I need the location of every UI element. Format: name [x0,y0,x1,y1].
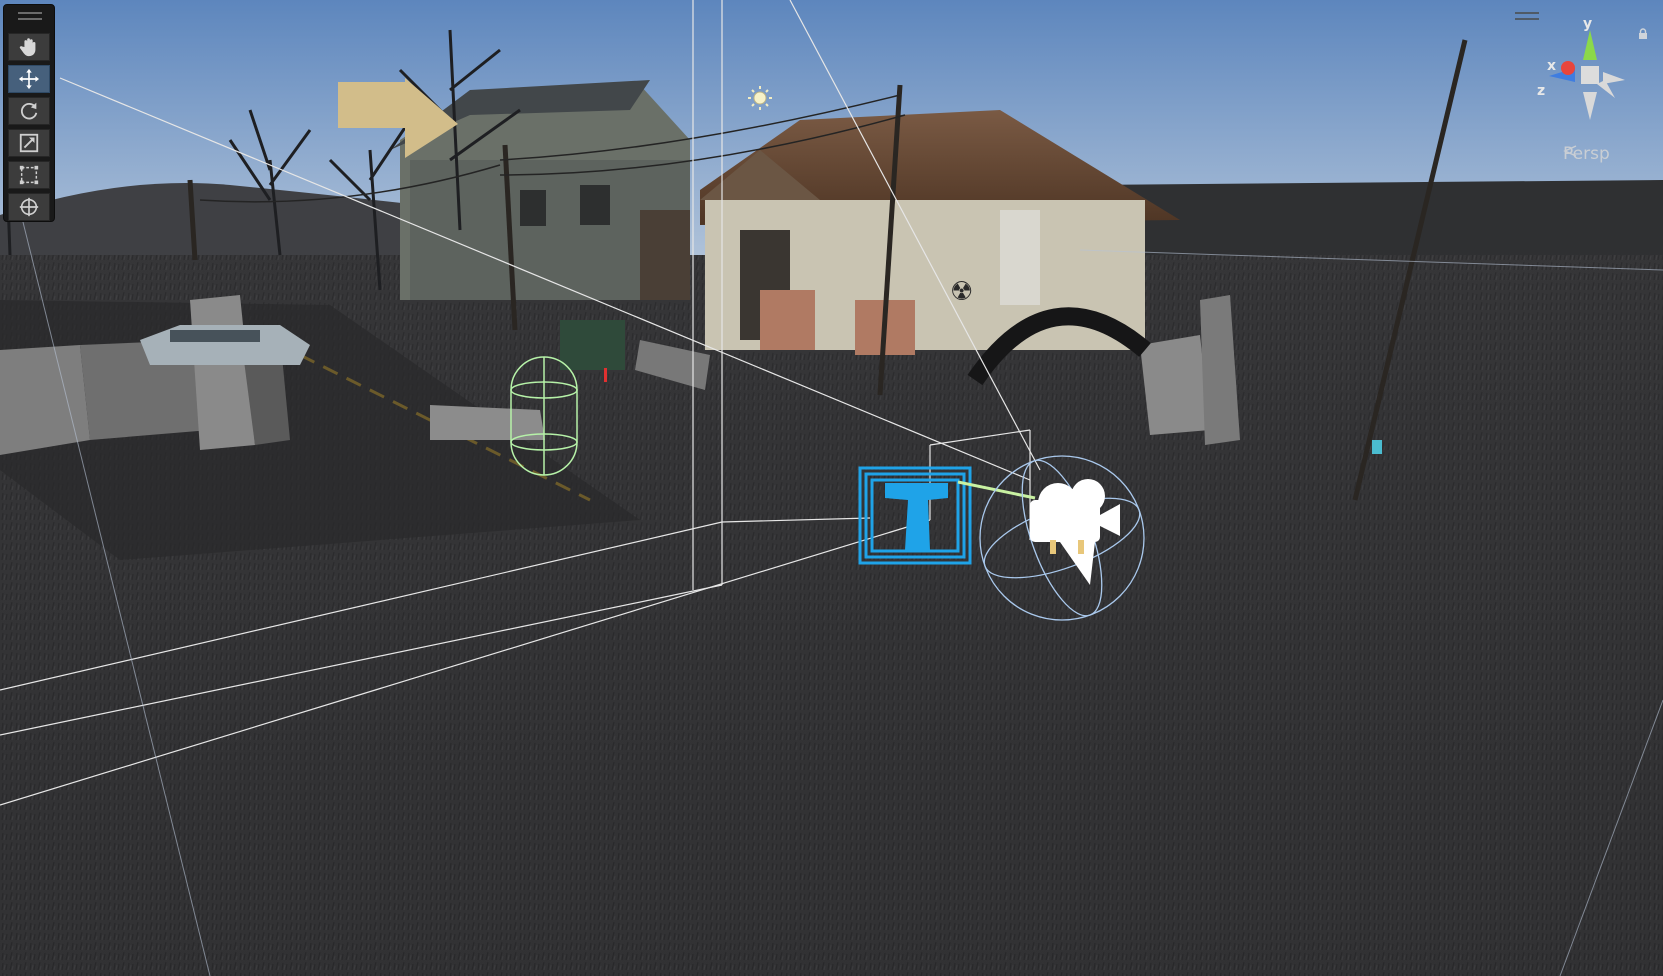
rotate-tool-button[interactable] [8,97,50,125]
neg-y-axis-cone[interactable] [1583,92,1597,120]
y-axis-cone[interactable] [1583,30,1597,60]
projection-toggle[interactable]: Persp [1563,144,1610,164]
transform-icon [19,197,39,217]
transform-tool-button[interactable] [8,193,50,221]
move-arrows-icon [18,68,40,90]
orientation-gizmo[interactable]: y x z Persp [1525,10,1655,175]
scene-viewport[interactable]: ☢ [0,0,1663,976]
neg-z-axis-cone[interactable] [1597,80,1615,98]
tool-palette [3,4,55,222]
rotate-icon [21,102,38,120]
x-axis-label: x [1547,58,1557,74]
scene-view[interactable]: ☢ y x z Persp [0,0,1663,976]
cyan-marker [1372,440,1382,454]
svg-text:☢: ☢ [950,277,973,307]
perspective-icon [1563,145,1577,157]
car[interactable] [140,325,310,365]
palette-grip[interactable] [18,12,42,20]
rect-tool-button[interactable] [8,161,50,189]
red-marker [604,368,607,382]
scale-tool-button[interactable] [8,129,50,157]
hand-icon [19,38,36,57]
y-axis-label: y [1583,16,1593,32]
move-tool-button[interactable] [8,65,50,93]
scale-icon [19,133,39,153]
x-axis-cone[interactable] [1561,61,1575,75]
gizmo-center[interactable] [1581,66,1599,84]
z-axis-label: z [1537,83,1546,99]
rect-transform-icon [19,165,39,185]
neg-x-axis-cone[interactable] [1603,72,1625,84]
dumpster[interactable] [560,320,625,370]
hand-tool-button[interactable] [8,33,50,61]
